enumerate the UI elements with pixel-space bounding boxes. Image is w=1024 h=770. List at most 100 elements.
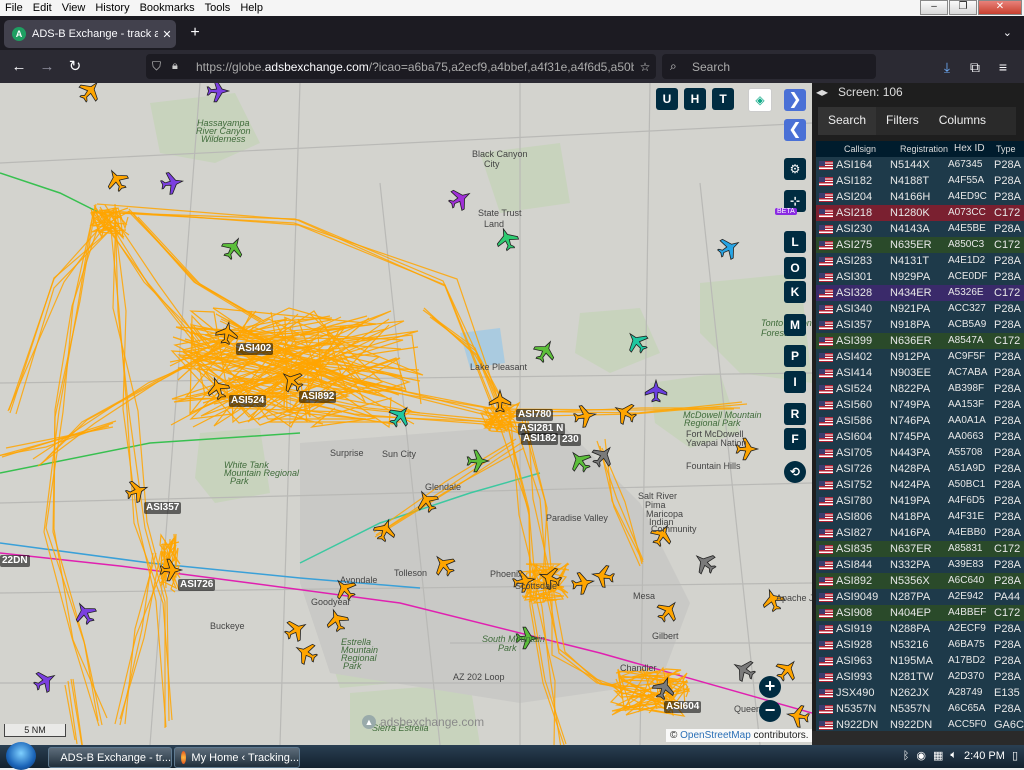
table-row[interactable]: ASI844N332PAA39E83P28A (816, 557, 1024, 573)
aircraft-icon[interactable] (218, 233, 248, 263)
column-hex-id[interactable]: Hex ID (948, 141, 994, 157)
aircraft-label[interactable]: 22DN (0, 555, 30, 567)
taskbar-firefox-home[interactable]: My Home ‹ Tracking... (174, 747, 300, 768)
menu-history[interactable]: History (90, 0, 134, 16)
volume-icon[interactable]: 🔈︎ (950, 749, 957, 762)
map-button-o[interactable]: O (784, 257, 806, 279)
map-button-l[interactable]: L (784, 231, 806, 253)
tab-search[interactable]: Search (818, 107, 876, 135)
layers-icon[interactable]: ◈ (748, 88, 772, 112)
horizontal-scrollbar[interactable] (812, 731, 1024, 745)
map-button-h[interactable]: H (684, 88, 706, 110)
table-row[interactable]: ASI230N4143AA4E5BEP28A (816, 221, 1024, 237)
expand-panel-chevron-icon[interactable]: ❯ (784, 89, 806, 111)
aircraft-icon[interactable] (572, 403, 597, 428)
table-row[interactable]: ASI604N745PAAA0663P28A (816, 429, 1024, 445)
aircraft-label[interactable]: ASI604 (664, 701, 701, 713)
table-row[interactable]: ASI218N1280KA073CCC172 (816, 205, 1024, 221)
tracking-shield-icon[interactable]: ⛉ (152, 59, 168, 74)
map-button-f[interactable]: F (784, 428, 806, 450)
bookmark-star-icon[interactable]: ☆ (634, 60, 656, 74)
table-row[interactable]: ASI328N434ERA5326EC172 (816, 285, 1024, 301)
bluetooth-icon[interactable]: ᛒ (903, 750, 910, 762)
tab-columns[interactable]: Columns (929, 107, 996, 135)
clock[interactable]: 2:40 PM (964, 750, 1005, 762)
column-registration[interactable]: Registration (890, 141, 948, 157)
search-bar[interactable]: ⌕ Search (662, 54, 876, 79)
download-icon[interactable]: ⤓ (936, 56, 958, 78)
map-button-p[interactable]: P (784, 345, 806, 367)
table-row[interactable]: ASI780N419PAA4F6D5P28A (816, 493, 1024, 509)
map-button-u[interactable]: U (656, 88, 678, 110)
table-row[interactable]: ASI705N443PAA55708P28A (816, 445, 1024, 461)
aircraft-icon[interactable] (30, 666, 60, 696)
browser-tab[interactable]: A ADS-B Exchange - track aircraft ✕ (4, 20, 176, 48)
hamburger-menu-icon[interactable]: ≡ (992, 56, 1014, 78)
zoom-out-button[interactable]: − (759, 700, 781, 722)
network-icon[interactable]: ▦ (933, 749, 943, 762)
aircraft-label[interactable]: ASI357 (144, 502, 181, 514)
table-row[interactable]: ASI414N903EEAC7ABAP28A (816, 365, 1024, 381)
url-bar[interactable]: ⛉ 🔒︎ https://globe.adsbexchange.com/?ica… (146, 54, 656, 79)
zoom-in-button[interactable]: + (759, 676, 781, 698)
reload-icon[interactable]: ↻ (64, 56, 86, 78)
table-row[interactable]: ASI524N822PAAB398FP28A (816, 381, 1024, 397)
aircraft-icon[interactable] (714, 233, 744, 263)
taskbar-firefox-adsb[interactable]: ADS-B Exchange - tr... (48, 747, 172, 768)
lock-icon[interactable]: 🔒︎ (172, 60, 188, 73)
new-tab-button[interactable]: + (184, 24, 206, 42)
menu-file[interactable]: File (0, 0, 28, 16)
steam-icon[interactable]: ◉ (916, 749, 926, 762)
back-arrow-icon[interactable]: ← (8, 56, 30, 78)
table-row[interactable]: ASI963N195MAA17BD2P28A (816, 653, 1024, 669)
table-row[interactable]: ASI357N918PAACB5A9P28A (816, 317, 1024, 333)
table-row[interactable]: ASI399N636ERA8547AC172 (816, 333, 1024, 349)
aircraft-icon[interactable] (445, 184, 475, 214)
aircraft-icon[interactable] (123, 477, 151, 505)
column-type[interactable]: Type (994, 141, 1024, 157)
table-row[interactable]: ASI586N746PAAA0A1AP28A (816, 413, 1024, 429)
aircraft-icon[interactable] (291, 638, 321, 668)
table-row[interactable]: ASI9049N287PAA2E942PA44 (816, 589, 1024, 605)
table-row[interactable]: ASI835N637ERA85831C172 (816, 541, 1024, 557)
replay-icon[interactable]: ⟲ (784, 461, 806, 483)
table-row[interactable]: ASI560N749PAAA153FP28A (816, 397, 1024, 413)
aircraft-icon[interactable] (159, 170, 184, 195)
aircraft-label[interactable]: 230 (560, 434, 581, 446)
column-callsign[interactable]: Callsign (836, 141, 890, 157)
aircraft-label[interactable]: ASI402 (236, 343, 273, 355)
maximize-button[interactable]: ❐ (949, 0, 977, 15)
aircraft-label[interactable]: ASI780 (516, 409, 553, 421)
collapse-panel-chevron-icon[interactable]: ❮ (784, 119, 806, 141)
osm-link[interactable]: OpenStreetMap (680, 730, 751, 741)
menu-view[interactable]: View (57, 0, 91, 16)
close-tab-icon[interactable]: ✕ (158, 28, 176, 41)
flight-map[interactable]: Black CanyonCityState TrustLandHassayamp… (0, 83, 812, 745)
minimize-button[interactable]: – (920, 0, 948, 15)
table-row[interactable]: ASI182N4188TA4F55AP28A (816, 173, 1024, 189)
table-row[interactable]: JSX490N262JXA28749E135 (816, 685, 1024, 701)
aircraft-label[interactable]: ASI524 (229, 395, 266, 407)
table-row[interactable]: ASI204N4166HA4ED9CP28A (816, 189, 1024, 205)
table-row[interactable]: ASI283N4131TA4E1D2P28A (816, 253, 1024, 269)
aircraft-icon[interactable] (690, 548, 720, 578)
list-tabs-chevron-icon[interactable]: ⌄ (1003, 26, 1012, 39)
table-row[interactable]: ASI275N635ERA850C3C172 (816, 237, 1024, 253)
aircraft-icon[interactable] (493, 225, 521, 253)
resize-arrows-icon[interactable]: ◂▸ (816, 85, 828, 99)
aircraft-icon[interactable] (281, 615, 311, 645)
map-button-k[interactable]: K (784, 281, 806, 303)
aircraft-icon[interactable] (530, 336, 560, 366)
table-row[interactable]: ASI340N921PAACC327P28A (816, 301, 1024, 317)
table-row[interactable]: ASI928N53216A6BA75P28A (816, 637, 1024, 653)
table-row[interactable]: ASI892N5356XA6C640P28A (816, 573, 1024, 589)
table-row[interactable]: ASI806N418PAA4F31EP28A (816, 509, 1024, 525)
menu-edit[interactable]: Edit (28, 0, 57, 16)
aircraft-icon[interactable] (729, 655, 759, 685)
map-button-m[interactable]: M (784, 314, 806, 336)
table-row[interactable]: ASI301N929PAACE0DFP28A (816, 269, 1024, 285)
table-row[interactable]: ASI402N912PAAC9F5FP28A (816, 349, 1024, 365)
table-row[interactable]: ASI726N428PAA51A9DP28A (816, 461, 1024, 477)
table-row[interactable]: ASI919N288PAA2ECF9P28A (816, 621, 1024, 637)
map-button-i[interactable]: I (784, 371, 806, 393)
